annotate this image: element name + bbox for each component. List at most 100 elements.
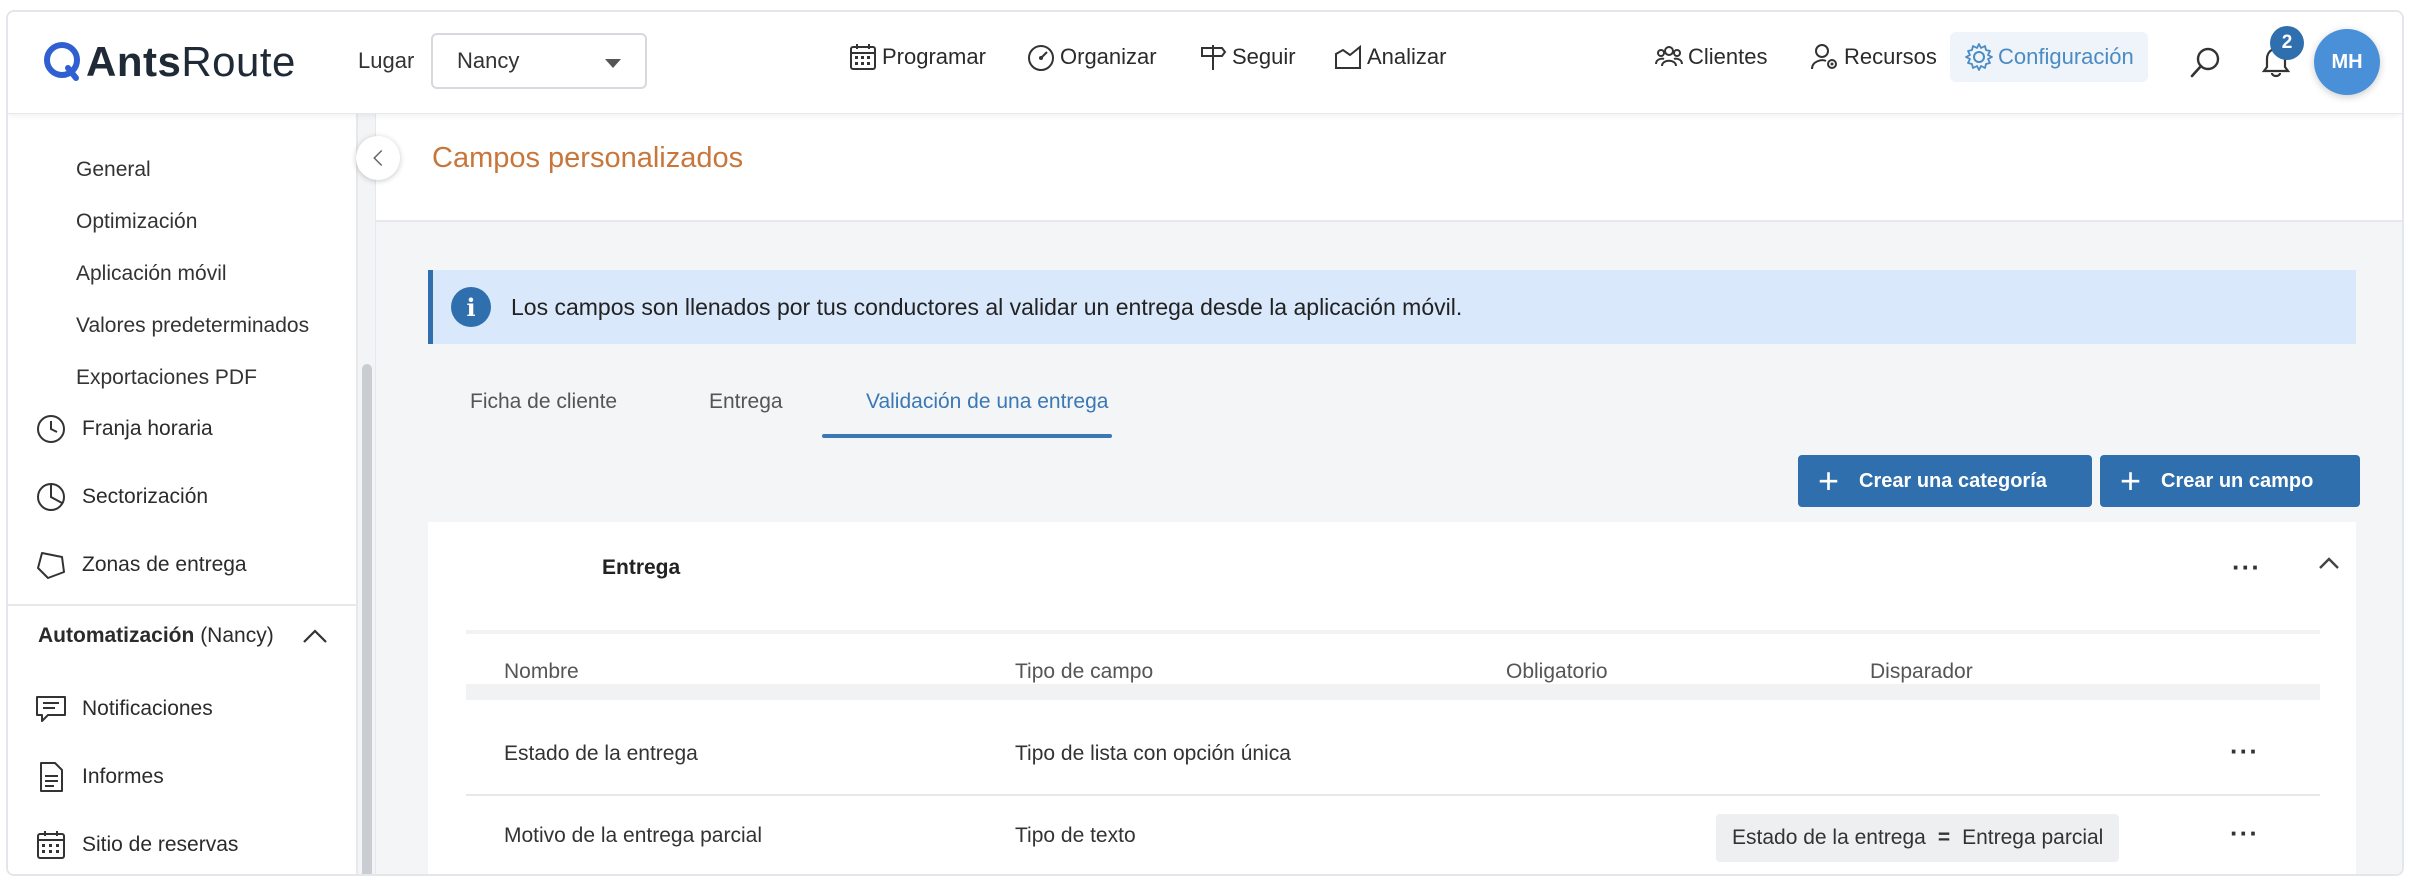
app-window: Ants Route Lugar Nancy Programar Organiza…	[6, 10, 2404, 876]
clock-icon	[37, 415, 65, 443]
nav-configuracion[interactable]: Configuración	[1950, 32, 2148, 82]
plus-icon: +	[2120, 460, 2142, 501]
chevron-down-icon	[605, 59, 621, 68]
page-title: Campos personalizados	[432, 142, 744, 174]
table-row[interactable]: Motivo de la entrega parcial Tipo de tex…	[466, 798, 2320, 874]
sidebar-item-sitio-de-reservas[interactable]: Sitio de reservas	[34, 828, 238, 862]
chevron-up-icon	[2319, 557, 2339, 569]
page-header: Campos personalizados	[376, 114, 2402, 222]
nav-recursos-label: Recursos	[1844, 44, 1937, 69]
nav-analizar-label: Analizar	[1367, 44, 1447, 69]
nav-clientes[interactable]: Clientes	[1654, 42, 1767, 72]
gear-icon	[1965, 43, 1993, 71]
nav-organizar[interactable]: Organizar	[1026, 42, 1157, 72]
message-icon	[36, 696, 66, 722]
sidebar-divider	[8, 604, 358, 606]
nav-seguir-label: Seguir	[1232, 44, 1296, 69]
nav-programar[interactable]: Programar	[848, 42, 986, 72]
column-header-disparador: Disparador	[1870, 660, 1973, 683]
create-category-button[interactable]: + Crear una categoría	[1798, 455, 2092, 507]
search-icon	[2190, 47, 2220, 78]
sidebar-item-label: Zonas de entrega	[82, 553, 247, 576]
calendar-icon	[850, 44, 876, 70]
sidebar-sub-aplicacion-movil[interactable]: Aplicación móvil	[76, 262, 227, 286]
chevron-left-icon	[373, 149, 383, 167]
sidebar-sub-exportaciones-pdf[interactable]: Exportaciones PDF	[76, 366, 257, 390]
sidebar-item-franja-horaria[interactable]: Franja horaria	[34, 412, 213, 446]
sidebar-item-informes[interactable]: Informes	[34, 760, 164, 794]
column-header-obligatorio: Obligatorio	[1506, 660, 1608, 683]
nav-analizar[interactable]: Analizar	[1333, 42, 1446, 72]
top-header: Ants Route Lugar Nancy Programar Organiza…	[8, 12, 2402, 114]
nav-configuracion-label: Configuración	[1998, 44, 2134, 69]
category-more-icon[interactable]: ···	[2232, 552, 2261, 583]
nav-seguir[interactable]: Seguir	[1198, 42, 1296, 72]
user-avatar[interactable]: MH	[2314, 29, 2380, 95]
cell-nombre: Estado de la entrega	[504, 742, 698, 765]
notification-count-badge: 2	[2270, 26, 2304, 60]
pie-icon	[37, 483, 65, 511]
lugar-select-value: Nancy	[457, 48, 520, 73]
sidebar-item-zonas-de-entrega[interactable]: Zonas de entrega	[34, 548, 247, 582]
logo-icon	[44, 42, 80, 81]
sidebar-sub-valores-predeterminados[interactable]: Valores predeterminados	[76, 314, 309, 338]
sidebar-scrollbar-thumb[interactable]	[362, 364, 372, 874]
lugar-label: Lugar	[358, 48, 415, 73]
row-more-icon[interactable]: ···	[2230, 818, 2259, 849]
create-field-label: Crear un campo	[2161, 469, 2314, 492]
info-icon: i	[451, 287, 491, 327]
trigger-operator: =	[1937, 826, 1951, 849]
main-panel: Campos personalizados i Los campos son l…	[376, 114, 2402, 874]
sidebar-sub-optimizacion[interactable]: Optimización	[76, 210, 197, 234]
brand-name-bold: Ants	[86, 38, 182, 85]
nav-programar-label: Programar	[882, 44, 986, 69]
page-content: i Los campos son llenados por tus conduc…	[376, 222, 2402, 874]
nav-organizar-label: Organizar	[1060, 44, 1157, 69]
settings-sidebar: General Optimización Aplicación móvil Va…	[8, 114, 358, 874]
collapse-sidebar-button[interactable]	[356, 136, 400, 180]
tab-validacion-de-una-entrega[interactable]: Validación de una entrega	[866, 390, 1108, 414]
table-header: Nombre Tipo de campo Obligatorio Dispara…	[466, 630, 2320, 700]
section-title: Automatización	[38, 624, 195, 647]
tab-ficha-de-cliente[interactable]: Ficha de cliente	[470, 390, 617, 414]
calendar-icon	[37, 831, 65, 859]
category-title: Entrega	[602, 556, 681, 579]
row-more-icon[interactable]: ···	[2230, 736, 2259, 767]
sidebar-item-sectorizacion[interactable]: Sectorización	[34, 480, 208, 514]
nav-recursos[interactable]: Recursos	[1810, 42, 1937, 72]
sidebar-section-automatizacion[interactable]: Automatización (Nancy)	[38, 624, 328, 648]
brand-name-light: Route	[181, 38, 296, 85]
cell-nombre: Motivo de la entrega parcial	[504, 824, 762, 847]
plus-icon: +	[1818, 460, 1840, 501]
signpost-icon	[1201, 45, 1227, 70]
antsroute-logo[interactable]: Ants Route	[42, 38, 296, 86]
cell-tipo: Tipo de texto	[1015, 824, 1136, 847]
category-card: Entrega ··· Nombre Tipo de campo Obligat…	[428, 522, 2356, 874]
trigger-field: Estado de la entrega	[1732, 826, 1926, 849]
chevron-up-icon	[302, 629, 327, 643]
users-icon	[1655, 46, 1683, 67]
polygon-icon	[37, 552, 65, 579]
sidebar-item-label: Sectorización	[82, 485, 209, 508]
active-tab-indicator	[822, 434, 1112, 438]
table-row[interactable]: Estado de la entrega Tipo de lista con o…	[466, 716, 2320, 796]
info-banner-text: Los campos son llenados por tus conducto…	[511, 293, 1463, 320]
collapse-category-button[interactable]	[2318, 556, 2340, 575]
trigger-value: Entrega parcial	[1962, 826, 2104, 849]
trigger-chip: Estado de la entrega = Entrega parcial	[1716, 814, 2120, 862]
tab-entrega[interactable]: Entrega	[709, 390, 783, 414]
cell-tipo: Tipo de lista con opción única	[1015, 742, 1291, 765]
column-header-nombre: Nombre	[504, 660, 579, 683]
sidebar-item-notificaciones[interactable]: Notificaciones	[34, 692, 213, 726]
document-icon	[40, 762, 63, 792]
sidebar-item-label: Franja horaria	[82, 417, 213, 440]
sidebar-sub-general[interactable]: General	[76, 158, 151, 182]
create-field-button[interactable]: + Crear un campo	[2100, 455, 2360, 507]
chart-icon	[1335, 44, 1361, 69]
user-gear-icon	[1811, 44, 1837, 70]
sidebar-item-label: Sitio de reservas	[82, 833, 239, 856]
search-button[interactable]	[2186, 42, 2226, 82]
lugar-select[interactable]: Nancy	[431, 33, 647, 89]
sidebar-item-label: Notificaciones	[82, 697, 213, 720]
section-place: (Nancy)	[200, 624, 274, 647]
